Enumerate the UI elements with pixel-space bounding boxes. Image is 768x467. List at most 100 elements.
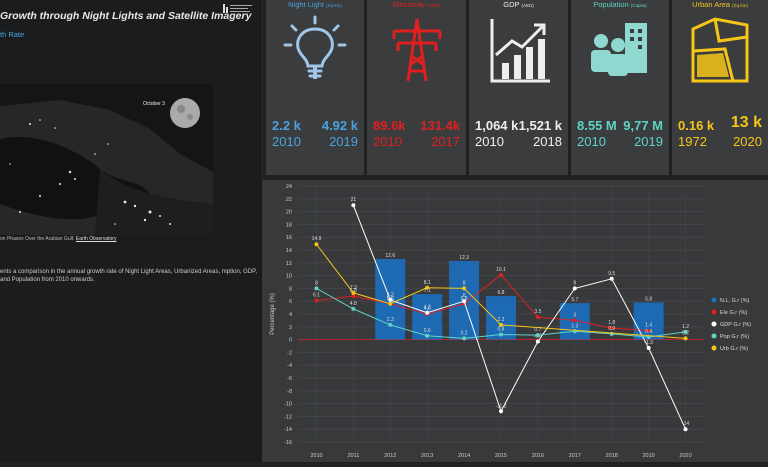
growth-chart-icon xyxy=(490,19,550,83)
point-label: 1.2 xyxy=(682,324,689,330)
y-tick-label: -10 xyxy=(284,402,292,408)
x-tick-label: 2014 xyxy=(458,453,470,459)
y-tick-label: -6 xyxy=(287,376,292,382)
point-label: 0.2 xyxy=(461,330,468,336)
series-point xyxy=(425,310,430,315)
y-tick-label: 14 xyxy=(286,248,292,254)
y-tick-label: -14 xyxy=(284,427,292,433)
series-point xyxy=(351,306,356,311)
card-title-text: Night Light xyxy=(288,0,324,9)
growth-chart: -16 -14 -12 -10 -8 -6 -4 -2 0 2 4 6 8 10 12 14 16 18 20 22 2… xyxy=(262,180,768,462)
legend-label: GDP G.r (%) xyxy=(720,322,751,328)
series-point xyxy=(314,242,319,247)
point-label: 8 xyxy=(463,280,466,286)
point-label: 2.3 xyxy=(498,317,505,323)
population-icon xyxy=(591,23,647,76)
kpi-card-gdp[interactable]: GDP (AED) 1,064 k 2010 1,521 k 2018 xyxy=(469,0,568,175)
y-tick-label: 0 xyxy=(289,338,292,344)
start-year: 1972 xyxy=(678,134,707,149)
y-tick-label: -12 xyxy=(284,414,292,420)
card-unit: (Capita) xyxy=(630,3,647,8)
end-year: 2017 xyxy=(431,134,460,149)
series-point xyxy=(535,333,540,338)
y-tick-label: 22 xyxy=(286,197,292,203)
bar-label: 5.7 xyxy=(571,297,578,303)
y-tick-label: -2 xyxy=(287,350,292,356)
y-tick-label: 24 xyxy=(286,184,292,190)
card-unit: (GWh) xyxy=(426,3,441,8)
kpi-card-urban-area[interactable]: Urban Area (Sq km) 0.16 k 1972 13 k 2020 xyxy=(672,0,768,175)
end-year: 2019 xyxy=(634,134,663,149)
series-point xyxy=(572,318,577,323)
series-point xyxy=(499,272,503,277)
point-label: 4.2 xyxy=(424,305,431,311)
start-year: 2010 xyxy=(373,134,402,149)
y-tick-label: 4 xyxy=(289,312,292,318)
end-value: 9,77 M xyxy=(623,118,663,133)
point-label: 0.4 xyxy=(645,329,652,335)
bar-label: 5.8 xyxy=(645,296,652,302)
point-label: 8 xyxy=(315,280,318,286)
series-point xyxy=(683,427,688,432)
card-title-text: Population xyxy=(593,0,629,9)
point-label: 0.2 xyxy=(682,330,689,336)
y-tick-label: -4 xyxy=(287,363,292,369)
card-title: GDP (AED) xyxy=(469,0,568,9)
point-label: 21 xyxy=(351,197,357,203)
end-value: 13 k xyxy=(730,114,762,131)
image-date-label: October 3 xyxy=(143,101,165,107)
card-unit: (Sq km) xyxy=(732,3,748,8)
start-value: 2.2 k xyxy=(272,118,301,133)
series-point xyxy=(462,286,467,291)
end-year: 2019 xyxy=(329,134,358,149)
y-tick-label: 8 xyxy=(289,286,292,292)
series-point xyxy=(462,299,467,304)
point-label: 3 xyxy=(573,312,576,318)
card-unit: (AED) xyxy=(521,3,534,8)
legend-label: N.L. G.r (%) xyxy=(720,298,750,304)
series-point xyxy=(572,286,577,291)
series-point xyxy=(499,322,503,327)
legend-label: Ele G.r (%) xyxy=(720,310,747,316)
point-label: 0.6 xyxy=(424,328,431,334)
end-year: 2020 xyxy=(733,134,762,149)
end-year: 2018 xyxy=(533,134,562,149)
x-tick-label: 2013 xyxy=(421,453,433,459)
end-value: 1,521 k xyxy=(518,118,562,133)
bar-label: 12.6 xyxy=(385,253,395,259)
legend-marker xyxy=(711,321,717,327)
end-value: 131.4k xyxy=(420,118,460,133)
series-point xyxy=(351,290,356,295)
x-tick-label: 2011 xyxy=(347,453,359,459)
kpi-card-night-light[interactable]: Night Light (Sq km) 2.2 k 2010 4.92 k 20… xyxy=(266,0,364,175)
image-caption-text: on Phases Over the Arabian Gulf. xyxy=(0,236,75,242)
point-label: 5.6 xyxy=(387,296,394,302)
series-line xyxy=(316,274,649,332)
satellite-image[interactable]: October 3 xyxy=(0,84,213,235)
point-label: 6 xyxy=(463,293,466,299)
point-label: 0.9 xyxy=(608,326,615,332)
y-tick-label: 6 xyxy=(289,299,292,305)
point-label: 14.9 xyxy=(312,236,322,242)
point-label: 0.8 xyxy=(498,326,505,332)
card-title: Population (Capita) xyxy=(571,0,669,9)
bar-label: 12.3 xyxy=(459,255,469,261)
page-title: Growth through Night Lights and Satellit… xyxy=(0,10,252,22)
series-point xyxy=(609,276,614,281)
point-label: 1.4 xyxy=(645,323,652,329)
point-label: -14 xyxy=(682,421,689,427)
point-label: 10.1 xyxy=(496,267,506,273)
series-point xyxy=(314,298,319,303)
legend-marker xyxy=(711,345,717,351)
x-tick-label: 2020 xyxy=(679,453,691,459)
x-tick-label: 2019 xyxy=(643,453,655,459)
point-label: 6.1 xyxy=(313,293,320,299)
legend-marker xyxy=(711,333,717,339)
point-label: 2.3 xyxy=(387,317,394,323)
legend-marker xyxy=(711,297,717,303)
kpi-card-population[interactable]: Population (Capita) 8.55 M 2010 9,77 M 2… xyxy=(571,0,669,175)
image-caption: on Phases Over the Arabian Gulf. Earth O… xyxy=(0,236,116,242)
kpi-card-electricity[interactable]: Electricity (GWh) 89.6k 2010 131.4k 2017 xyxy=(367,0,466,175)
y-axis-label: Percentage (%) xyxy=(270,293,276,335)
earth-observatory-link[interactable]: Earth Observatory xyxy=(76,236,117,242)
